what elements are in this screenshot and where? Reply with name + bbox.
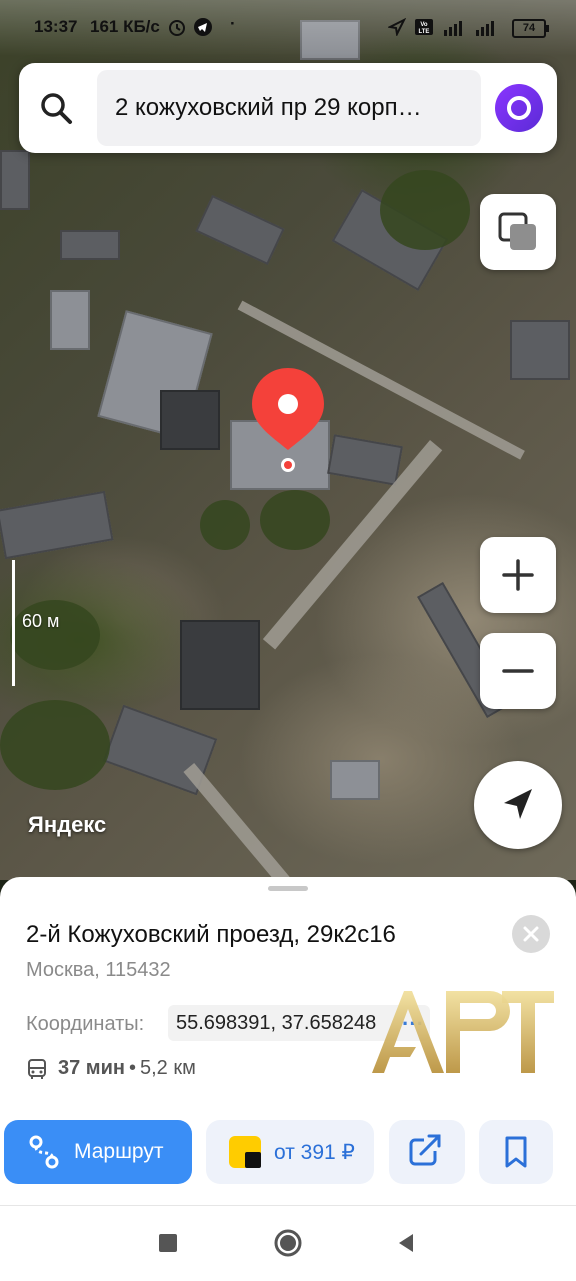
- distance: 5,2 км: [140, 1057, 196, 1079]
- status-time: 13:37: [34, 17, 78, 36]
- zoom-in-icon: [502, 559, 534, 591]
- building: [327, 434, 403, 486]
- transit-time: 37 мин: [58, 1057, 125, 1079]
- search-input[interactable]: 2 кожуховский пр 29 корп…: [97, 70, 481, 146]
- taxi-price: от 391 ₽: [274, 1141, 355, 1164]
- close-icon: [523, 926, 539, 942]
- my-location-button[interactable]: [474, 761, 562, 849]
- building: [0, 490, 114, 560]
- telegram-icon: [194, 18, 212, 36]
- location-icon: [388, 18, 406, 36]
- building: [510, 320, 570, 380]
- alarm-icon: [169, 20, 185, 36]
- taxi-button[interactable]: от 391 ₽: [206, 1120, 374, 1184]
- volte-icon: VoLTE: [415, 19, 433, 35]
- yandex-logo: Яндекс: [28, 812, 107, 837]
- network-speed: 161 КБ/с: [90, 17, 160, 36]
- transit-info: 37 мин • 5,2 км: [26, 1057, 196, 1080]
- scale-label: 60 м: [22, 611, 60, 631]
- building: [195, 194, 285, 266]
- zoom-out-icon: [502, 669, 534, 673]
- building: [330, 760, 380, 800]
- building: [180, 620, 260, 710]
- bus-icon: [28, 1058, 46, 1079]
- zoom-out-button[interactable]: [480, 633, 556, 709]
- zoom-in-button[interactable]: [480, 537, 556, 613]
- route-label: Маршрут: [74, 1140, 164, 1163]
- building: [60, 230, 120, 260]
- scale-bar: [12, 560, 15, 686]
- signal-icon: [444, 21, 462, 36]
- recent-apps-icon[interactable]: [157, 1232, 179, 1254]
- building: [0, 150, 30, 210]
- svg-text:Vo: Vo: [420, 22, 428, 28]
- building: [160, 390, 220, 450]
- layers-icon: [498, 212, 536, 250]
- layers-button[interactable]: [480, 194, 556, 270]
- back-icon[interactable]: [395, 1232, 417, 1254]
- signal-icon-2: [476, 21, 494, 36]
- route-button[interactable]: Маршрут: [4, 1120, 192, 1184]
- road: [183, 763, 291, 880]
- bookmark-icon: [505, 1136, 527, 1168]
- tree: [0, 700, 110, 790]
- tree: [380, 170, 470, 250]
- search-bar: 2 кожуховский пр 29 корп…: [19, 63, 557, 153]
- coordinates-label: Координаты:: [26, 1013, 145, 1035]
- building: [50, 290, 90, 350]
- battery-indicator: 74: [512, 19, 549, 38]
- place-subtitle: Москва, 115432: [26, 959, 171, 981]
- tree: [200, 500, 250, 550]
- notification-dot: ·: [230, 14, 236, 33]
- tree: [260, 490, 330, 550]
- yandex-go-icon: [229, 1136, 261, 1168]
- home-icon[interactable]: [273, 1228, 303, 1258]
- map-pin-icon[interactable]: [249, 366, 327, 476]
- close-button[interactable]: [512, 915, 550, 953]
- route-icon: [29, 1135, 59, 1169]
- action-bar: Маршрут от 391 ₽: [0, 1120, 576, 1186]
- art-watermark: [372, 991, 554, 1074]
- share-button[interactable]: [389, 1120, 465, 1184]
- drag-handle[interactable]: [268, 886, 308, 891]
- search-icon[interactable]: [39, 91, 73, 125]
- status-bar: 13:37 161 КБ/с · Vo LTE 74: [0, 0, 576, 56]
- alice-icon[interactable]: [495, 84, 543, 132]
- separator: •: [128, 1057, 136, 1079]
- svg-text:LTE: LTE: [419, 29, 430, 35]
- my-location-icon: [504, 789, 532, 819]
- system-navigation-bar: [0, 1205, 576, 1281]
- place-title: 2-й Кожуховский проезд, 29к2с16: [26, 921, 396, 948]
- bookmark-button[interactable]: [479, 1120, 553, 1184]
- share-icon: [409, 1134, 441, 1166]
